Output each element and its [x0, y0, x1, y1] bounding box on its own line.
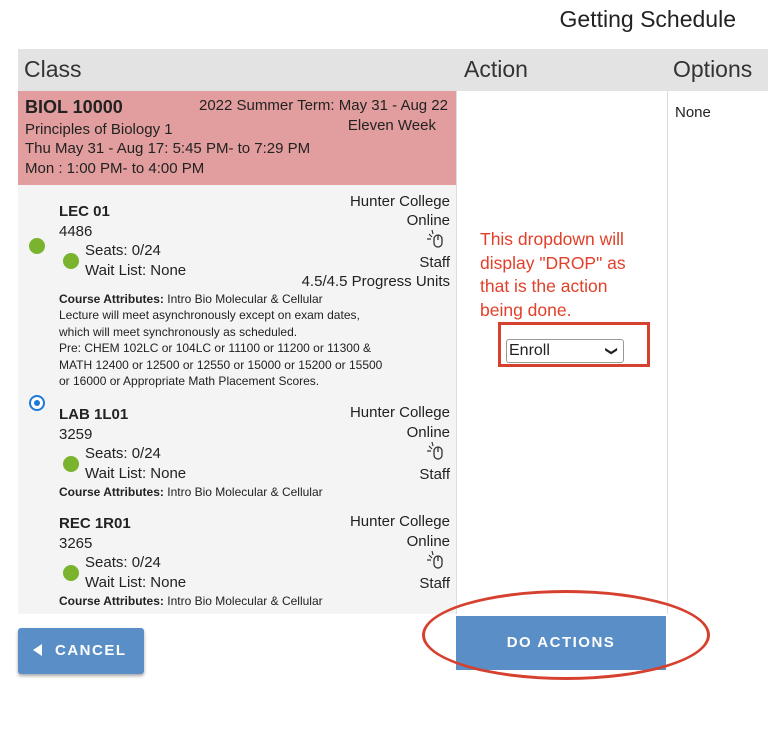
section-waitlist: Wait List: None — [85, 262, 187, 279]
section-instructor: Staff — [419, 466, 450, 483]
section-seats: Seats: 0/24 — [85, 445, 161, 462]
chevron-down-icon: ❯ — [604, 345, 619, 357]
section-instructor: Staff — [419, 575, 450, 592]
section-note: which will meet synchronously as schedul… — [59, 324, 298, 339]
section-waitlist: Wait List: None — [85, 574, 187, 591]
section-note: or 16000 or Appropriate Math Placement S… — [59, 374, 320, 388]
course-meeting-2: Mon : 1:00 PM- to 4:00 PM — [25, 160, 205, 177]
seat-available-icon — [63, 456, 79, 472]
annotation-line: display "DROP" as — [480, 252, 626, 273]
page-title: Getting Schedule — [559, 6, 736, 32]
cancel-button[interactable]: CANCEL — [18, 628, 144, 674]
section-note: MATH 12400 or 12500 or 12550 or 15000 or… — [59, 357, 383, 372]
section-college: Hunter College — [349, 404, 450, 421]
annotation-line: being done. — [480, 299, 572, 320]
course-attributes: Course Attributes: Intro Bio Molecular &… — [59, 485, 323, 499]
seat-available-icon — [63, 253, 79, 269]
annotation-circle — [422, 590, 710, 680]
section-note: Lecture will meet asynchronously except … — [59, 308, 360, 322]
section-radio-selected[interactable] — [29, 395, 45, 411]
section-mode: Online — [406, 424, 450, 441]
section-mode: Online — [406, 212, 450, 229]
table-header: Class Action Options — [18, 49, 768, 91]
course-code: BIOL 10000 — [25, 97, 123, 117]
course-session: Eleven Week — [347, 117, 436, 134]
annotation-line: that is the action — [480, 276, 608, 296]
section-seats: Seats: 0/24 — [85, 554, 161, 571]
options-value: None — [675, 104, 711, 121]
course-meeting-1: Thu May 31 - Aug 17: 5:45 PM- to 7:29 PM — [25, 140, 311, 157]
course-header: BIOL 10000 2022 Summer Term: May 31 - Au… — [18, 91, 456, 185]
section-units: 4.5/4.5 Progress Units — [301, 273, 450, 290]
section-college: Hunter College — [349, 193, 450, 210]
action-select[interactable]: Enroll ❯ — [506, 339, 624, 363]
course-name: Principles of Biology 1 — [25, 121, 173, 138]
annotation-note: This dropdown will display "DROP" as tha… — [480, 228, 650, 322]
section-mode: Online — [406, 533, 450, 550]
section-instructor: Staff — [419, 254, 450, 271]
online-mouse-icon — [427, 550, 443, 569]
section-waitlist: Wait List: None — [85, 465, 187, 482]
seat-available-icon — [63, 565, 79, 581]
column-header-class: Class — [24, 56, 82, 82]
back-arrow-icon — [33, 644, 42, 656]
section-number: 4486 — [59, 223, 93, 240]
section-number: 3265 — [59, 535, 93, 552]
status-open-icon — [29, 238, 45, 254]
cancel-label: CANCEL — [55, 642, 127, 659]
section-college: Hunter College — [349, 513, 450, 530]
course-attributes: Course Attributes: Intro Bio Molecular &… — [59, 292, 323, 306]
section-seats: Seats: 0/24 — [85, 242, 161, 259]
course-term: 2022 Summer Term: May 31 - Aug 22 — [198, 97, 448, 114]
annotation-line: This dropdown will — [480, 229, 624, 249]
action-select-value: Enroll — [509, 342, 550, 359]
section-note: Pre: CHEM 102LC or 104LC or 11100 or 112… — [59, 341, 371, 355]
section-number: 3259 — [59, 426, 93, 443]
section-title: LAB 1L01 — [59, 406, 129, 423]
column-header-options: Options — [673, 56, 753, 82]
course-attributes: Course Attributes: Intro Bio Molecular &… — [59, 594, 323, 608]
section-title: LEC 01 — [59, 203, 110, 220]
online-mouse-icon — [427, 441, 443, 460]
column-header-action: Action — [464, 56, 528, 82]
online-mouse-icon — [427, 229, 443, 248]
section-title: REC 1R01 — [59, 515, 131, 532]
